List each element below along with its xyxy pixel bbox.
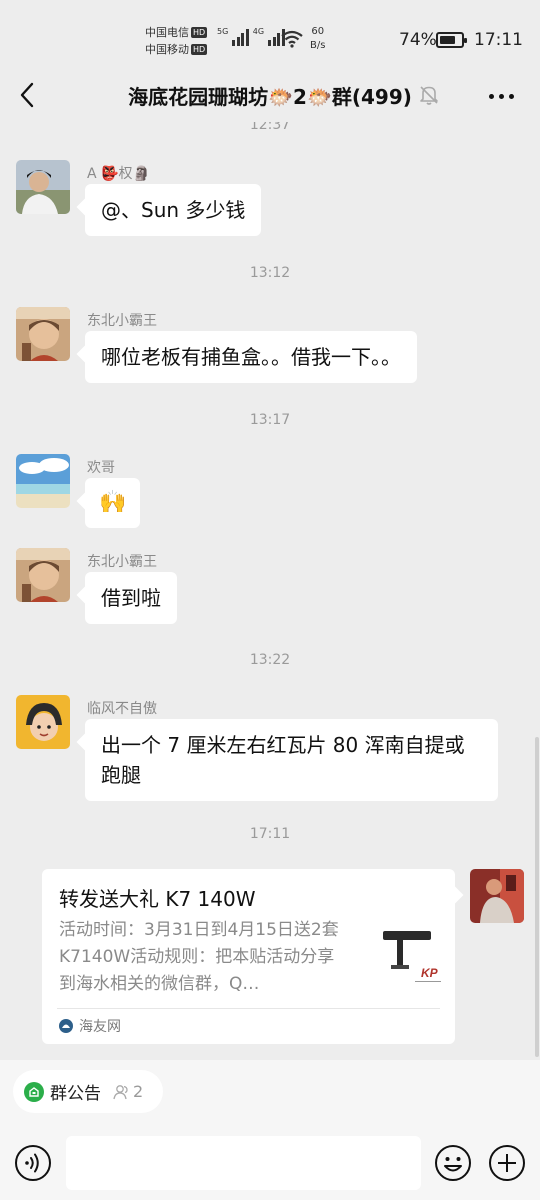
chat-title[interactable]: 海底花园珊瑚坊🐡2🐡群(499) xyxy=(0,81,540,110)
sender-name: 临风不自傲 xyxy=(87,701,157,717)
link-card-description: 活动时间：3月31日到4月15日送2套K7140W活动规则：把本贴活动分享到海水… xyxy=(59,920,339,994)
battery-percent: 74% xyxy=(399,30,437,50)
message-list[interactable]: 12:37 A 👺权🗿 @、Sun 多少钱 13:12 东北小霸王 哪位老板有捕… xyxy=(0,122,540,1060)
scrollbar[interactable] xyxy=(535,737,539,1057)
battery-fill xyxy=(440,36,455,44)
network-5g-label: 5G xyxy=(217,27,229,36)
message-bubble[interactable]: 哪位老板有捕鱼盒。。借我一下。。 xyxy=(85,331,417,383)
network-speed: 60 B/s xyxy=(310,25,325,53)
timestamp: 13:22 xyxy=(249,652,291,668)
divider xyxy=(57,1008,440,1009)
people-icon xyxy=(113,1084,128,1099)
hd-badge: HD xyxy=(191,44,208,55)
carrier-1: 中国电信 xyxy=(145,26,189,39)
sender-name: 欢哥 xyxy=(87,460,115,476)
avatar[interactable] xyxy=(16,307,70,361)
message-bubble[interactable]: 出一个 7 厘米左右红瓦片 80 浑南自提或跑腿 xyxy=(85,719,498,801)
thumbnail-brand-text: KP xyxy=(421,966,439,980)
message-bubble[interactable]: 借到啦 xyxy=(85,572,177,624)
timestamp: 17:11 xyxy=(249,826,291,842)
battery-icon xyxy=(436,32,467,48)
chat-header: 海底花园珊瑚坊🐡2🐡群(499) xyxy=(0,70,540,122)
avatar[interactable] xyxy=(16,695,70,749)
timestamp: 12:37 xyxy=(249,122,291,133)
wifi-icon xyxy=(281,30,303,48)
more-icon xyxy=(508,93,514,99)
source-logo-icon xyxy=(59,1019,73,1033)
clock: 17:11 xyxy=(474,30,523,50)
voice-input-icon[interactable] xyxy=(14,1144,52,1182)
sender-name: 东北小霸王 xyxy=(87,313,157,329)
plus-icon[interactable] xyxy=(488,1144,526,1182)
notice-icon xyxy=(24,1081,44,1102)
timestamp: 13:12 xyxy=(249,265,291,281)
message-bubble[interactable]: @、Sun 多少钱 xyxy=(85,184,262,236)
group-notice-bar: 群公告 2 xyxy=(0,1060,540,1124)
sender-name: 东北小霸王 xyxy=(87,554,157,570)
hd-badge: HD xyxy=(191,27,208,38)
sender-name: A 👺权🗿 xyxy=(87,166,150,182)
more-icon xyxy=(498,93,504,99)
group-notice-button[interactable]: 群公告 2 xyxy=(13,1070,163,1113)
input-bar xyxy=(0,1124,540,1200)
more-icon xyxy=(488,93,494,99)
signal-bars-icon xyxy=(232,28,249,46)
link-card-source: 海友网 xyxy=(59,1016,121,1036)
avatar[interactable] xyxy=(16,160,70,214)
emoji-icon[interactable] xyxy=(434,1144,472,1182)
signal-indicators: 5G 4G xyxy=(217,28,285,46)
avatar[interactable] xyxy=(16,548,70,602)
speed-unit: B/s xyxy=(310,40,326,51)
status-bar: 中国电信 HD 中国移动 HD 5G 4G 60 B/s 74% 17:11 xyxy=(0,0,540,70)
notice-reader-count: 2 xyxy=(113,1082,143,1101)
group-notice-label: 群公告 xyxy=(50,1084,101,1104)
carrier-2: 中国移动 xyxy=(145,43,189,56)
link-card[interactable]: 转发送大礼 K7 140W 活动时间：3月31日到4月15日送2套K7140W活… xyxy=(42,869,455,1044)
notice-count: 2 xyxy=(133,1082,144,1101)
message-input[interactable] xyxy=(66,1136,421,1190)
speed-value: 60 xyxy=(311,26,325,37)
link-card-title: 转发送大礼 K7 140W xyxy=(59,887,256,911)
more-options-button[interactable] xyxy=(486,82,516,110)
link-card-source-name: 海友网 xyxy=(79,1019,121,1035)
link-card-thumbnail: KP xyxy=(375,921,445,991)
message-bubble[interactable]: 🙌 xyxy=(85,478,141,528)
mute-bell-icon xyxy=(420,86,438,105)
timestamp: 13:17 xyxy=(249,412,291,428)
own-avatar[interactable] xyxy=(470,869,524,923)
avatar[interactable] xyxy=(16,454,70,508)
network-4g-label: 4G xyxy=(252,27,265,36)
carrier-info: 中国电信 HD 中国移动 HD xyxy=(145,24,208,58)
